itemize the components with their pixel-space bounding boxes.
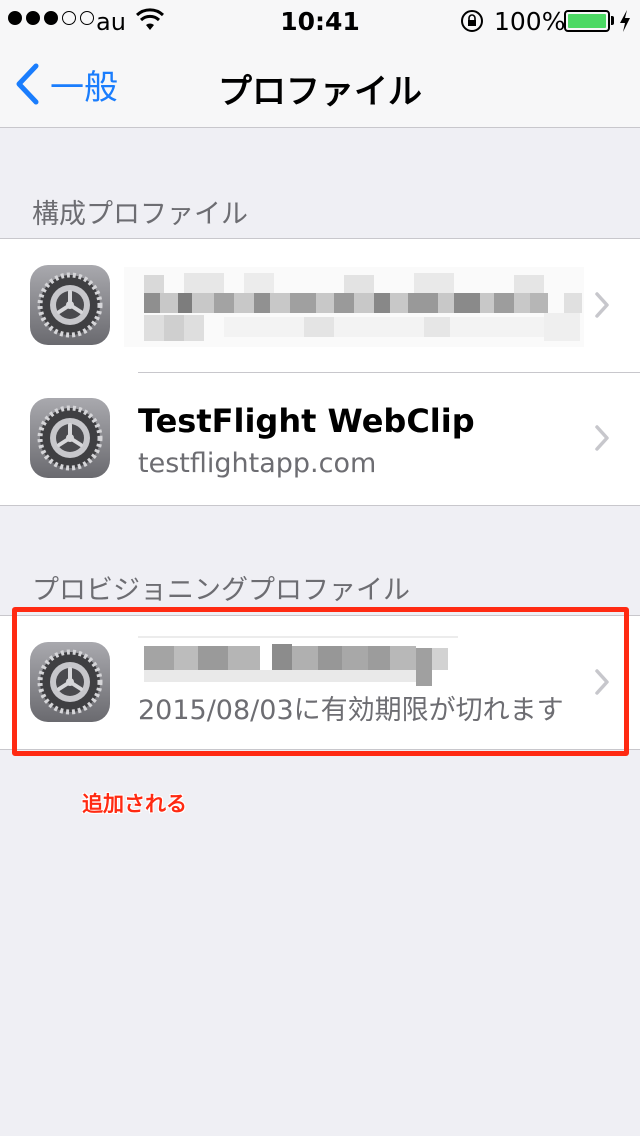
charging-bolt-icon [620,10,630,32]
status-bar: au 10:41 100% [0,0,640,40]
section-header-provisioning-profiles: プロビジョニングプロファイル [32,575,410,606]
profile-title: TestFlight WebClip [138,402,475,440]
battery-percent: 100% [494,7,566,36]
navigation-bar: 一般 プロファイル [0,40,640,128]
chevron-right-icon [595,425,609,451]
page-title: プロファイル [218,72,422,112]
battery-icon [564,10,610,32]
profile-subtitle: testflightapp.com [138,448,377,479]
section-header-configuration-profiles: 構成プロファイル [32,199,248,230]
chevron-right-icon [595,292,609,318]
list-item-testflight-webclip[interactable]: TestFlight WebClip testflightapp.com [0,372,640,505]
settings-gear-icon [30,398,110,478]
configuration-profiles-list: TestFlight WebClip testflightapp.com [0,238,640,506]
rotation-lock-icon [461,10,483,32]
highlight-box [12,607,629,756]
battery-cap [611,16,614,25]
annotation-label: 追加される [82,792,187,816]
list-item[interactable] [0,239,640,372]
settings-gear-icon [30,265,110,345]
redacted-profile-name [124,267,584,347]
